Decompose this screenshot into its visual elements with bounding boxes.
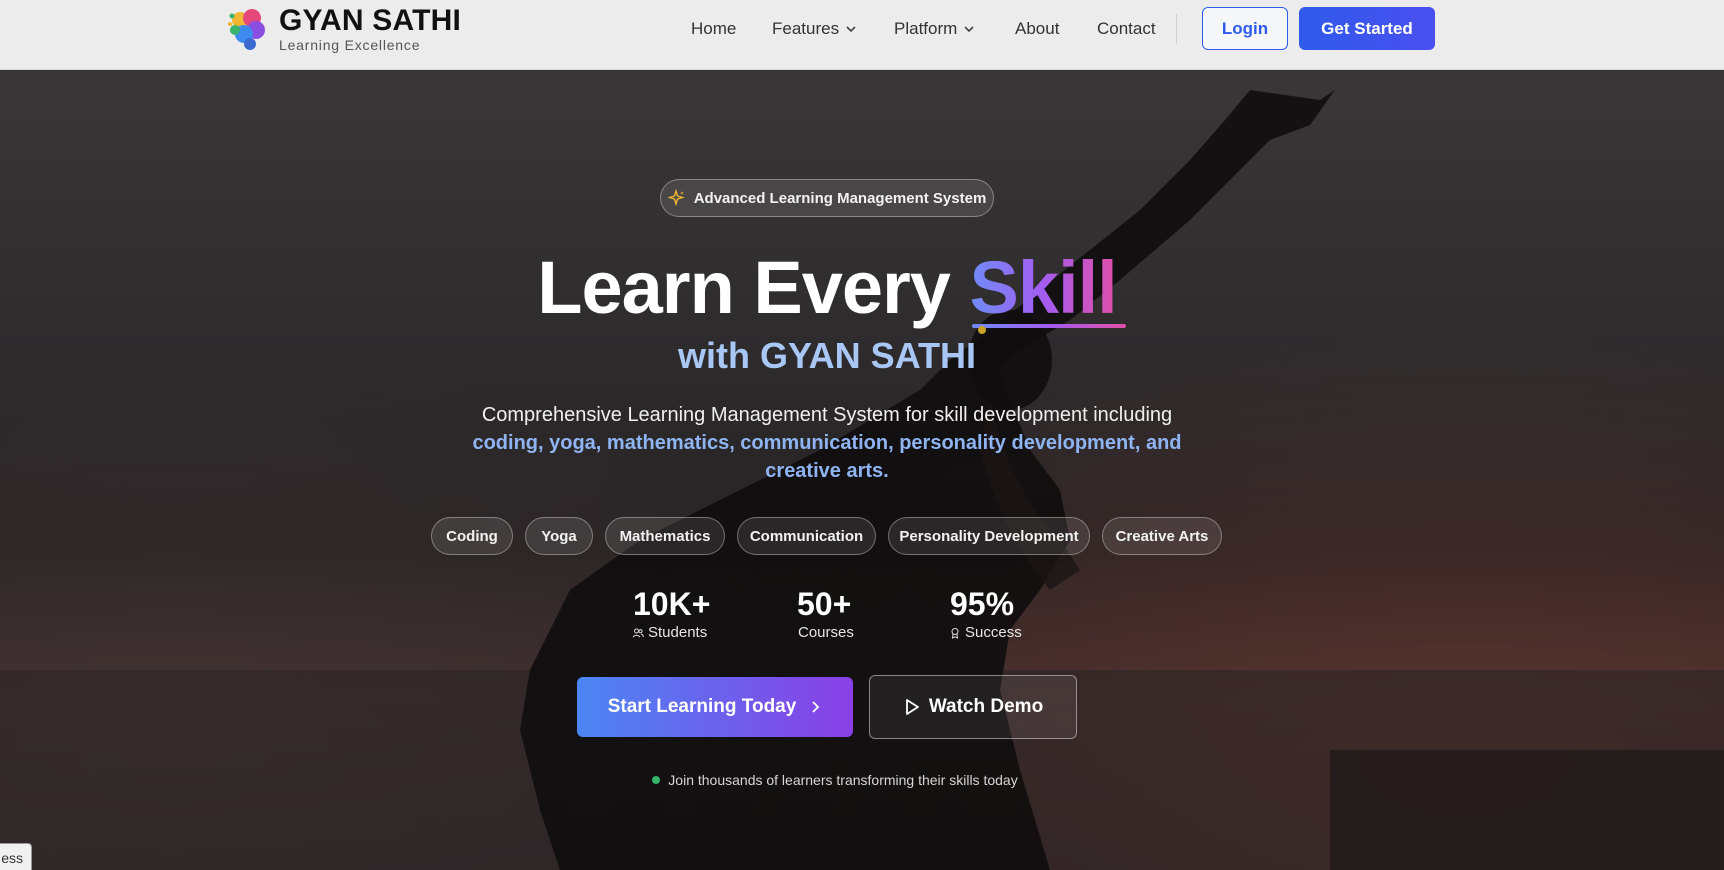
- skill-pill-communication[interactable]: Communication: [737, 517, 876, 555]
- stat-students-label: Students: [632, 624, 707, 641]
- join-note: Join thousands of learners transforming …: [0, 772, 1670, 788]
- brain-logo-icon[interactable]: [226, 6, 268, 52]
- stat-students-value: 10K+: [633, 586, 711, 622]
- skill-pill-yoga[interactable]: Yoga: [525, 517, 593, 555]
- status-dot-icon: [652, 776, 661, 784]
- brand-tagline: Learning Excellence: [279, 37, 421, 53]
- headline-underline: [972, 324, 1126, 328]
- nav-link-home[interactable]: Home: [691, 19, 736, 39]
- hero-badge-label: Advanced Learning Management System: [693, 189, 987, 207]
- stat-success-label: Success: [949, 624, 1022, 641]
- start-learning-label: Start Learning Today: [607, 696, 797, 717]
- hero-headline: Learn Every Skill: [0, 245, 1654, 330]
- nav-link-platform-label: Platform: [894, 19, 958, 38]
- stat-success-value: 95%: [950, 586, 1015, 622]
- top-navbar: GYAN SATHI Learning Excellence Home Feat…: [0, 0, 1724, 70]
- skill-pill-mathematics[interactable]: Mathematics: [605, 517, 725, 555]
- nav-link-about-label: About: [1015, 19, 1060, 38]
- headline-underline-dot: [978, 326, 986, 334]
- nav-link-contact[interactable]: Contact: [1097, 19, 1156, 39]
- award-icon: [951, 627, 959, 639]
- users-icon: [632, 628, 644, 637]
- nav-link-about[interactable]: About: [1015, 19, 1059, 39]
- stat-courses-label: Courses: [798, 624, 854, 641]
- hero-headline-prefix: Learn Every: [537, 246, 951, 329]
- nav-link-home-label: Home: [691, 19, 737, 38]
- hero-section: Advanced Learning Management System Lear…: [0, 70, 1724, 870]
- stat-courses-value: 50+: [797, 586, 852, 622]
- skill-pill-coding[interactable]: Coding: [431, 517, 513, 555]
- stat-students-text: Students: [648, 624, 708, 641]
- nav-link-contact-label: Contact: [1097, 19, 1156, 38]
- nav-link-features[interactable]: Features: [772, 19, 857, 39]
- chevron-down-icon: [846, 26, 856, 33]
- skill-pill-creative-arts[interactable]: Creative Arts: [1102, 517, 1222, 555]
- hero-headline-highlight: Skill: [969, 246, 1118, 329]
- get-started-button[interactable]: Get Started: [1299, 7, 1435, 50]
- nav-link-platform[interactable]: Platform: [894, 19, 975, 39]
- stat-success-text: Success: [965, 624, 1022, 641]
- chevron-down-icon: [964, 26, 974, 33]
- hero-description: Comprehensive Learning Management System…: [452, 401, 1202, 485]
- nav-divider: [1176, 14, 1177, 44]
- hero-description-plain: Comprehensive Learning Management System…: [481, 404, 1173, 426]
- start-learning-button[interactable]: Start Learning Today: [577, 677, 853, 737]
- skill-pill-personality-development[interactable]: Personality Development: [888, 517, 1090, 555]
- login-button[interactable]: Login: [1202, 7, 1288, 50]
- watch-demo-label: Watch Demo: [928, 696, 1044, 717]
- join-note-text: Join thousands of learners transforming …: [668, 772, 1018, 788]
- hero-subheadline: with GYAN SATHI: [677, 335, 977, 376]
- sparkle-icon: [667, 189, 685, 207]
- nav-link-features-label: Features: [772, 19, 840, 38]
- play-icon: [905, 699, 919, 715]
- corner-floating-tab[interactable]: ess: [0, 843, 32, 870]
- stat-courses-text: Courses: [798, 624, 854, 641]
- chevron-right-icon: [812, 701, 820, 713]
- brand-name[interactable]: GYAN SATHI: [279, 4, 461, 38]
- hero-description-highlight: coding, yoga, mathematics, communication…: [472, 432, 1182, 482]
- hero-badge: Advanced Learning Management System: [660, 179, 994, 217]
- watch-demo-button[interactable]: Watch Demo: [869, 675, 1077, 739]
